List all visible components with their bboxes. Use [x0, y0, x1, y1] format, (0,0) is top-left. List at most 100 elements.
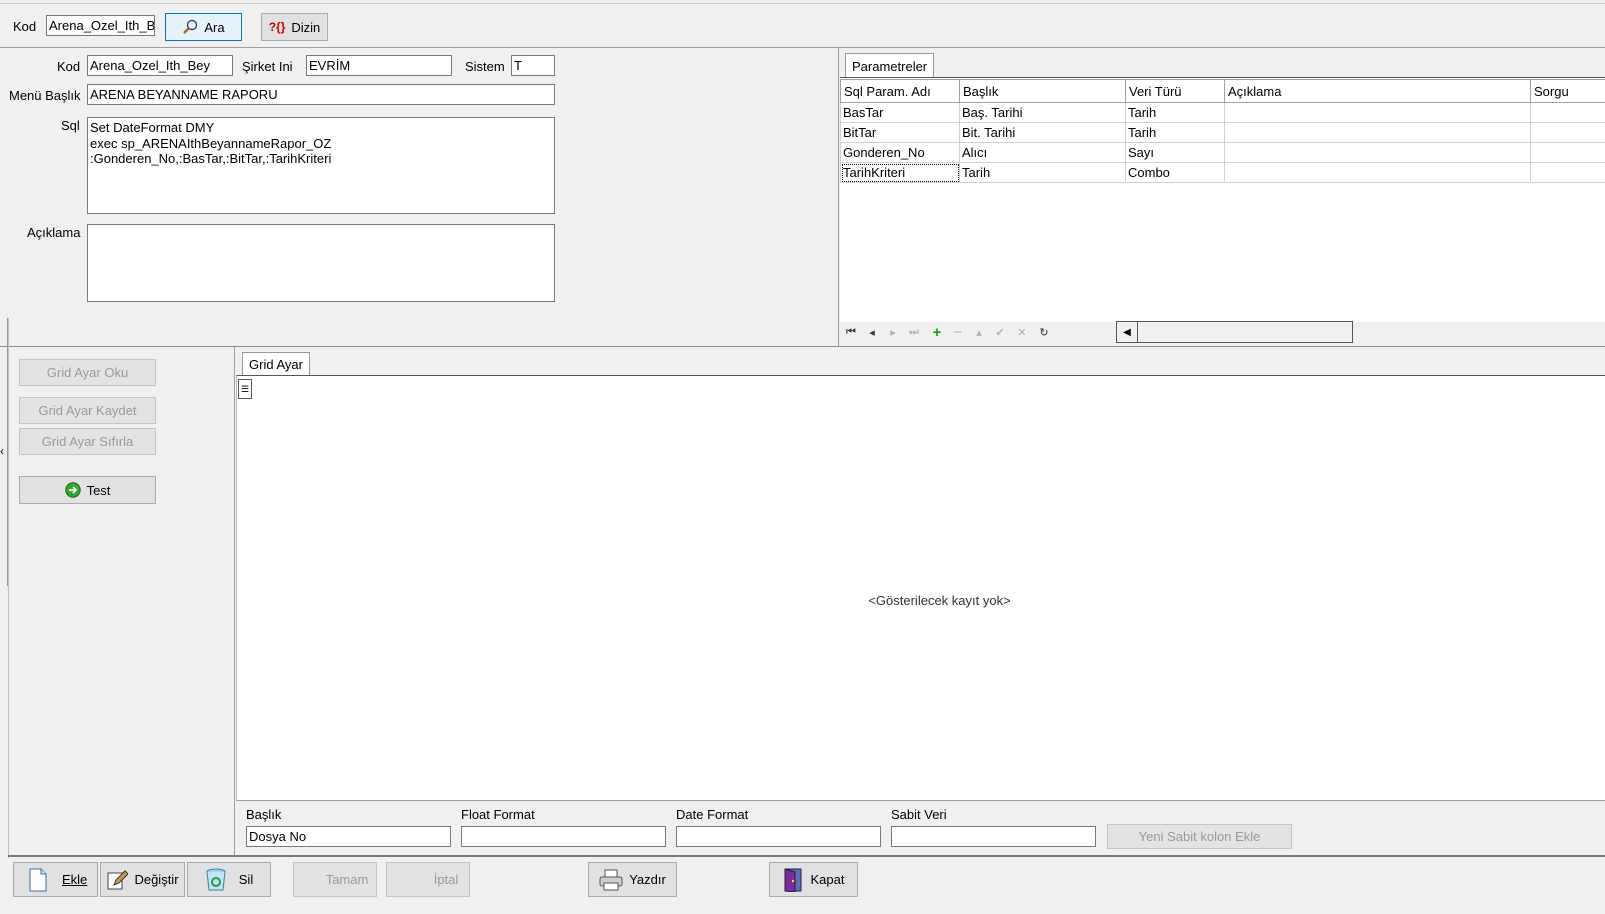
table-row[interactable]: BitTar Bit. Tarihi Tarih: [840, 122, 1605, 143]
ekle-label: Ekle: [62, 872, 88, 887]
printer-icon: [599, 869, 623, 891]
menu-baslik-label: Menü Başlık: [9, 88, 81, 103]
grid-ayar-area[interactable]: ☰ <Gösterilecek kayıt yok>: [236, 375, 1605, 800]
column-chooser-icon[interactable]: ☰: [238, 379, 252, 399]
divider: [236, 800, 1605, 801]
top-kod-label: Kod: [13, 19, 37, 34]
aciklama-memo[interactable]: [87, 224, 555, 302]
table-row[interactable]: BasTar Baş. Tarihi Tarih: [840, 102, 1605, 123]
cell[interactable]: [1530, 122, 1605, 143]
col-baslik[interactable]: Başlık: [959, 79, 1126, 103]
date-format-input[interactable]: [676, 826, 881, 847]
cell[interactable]: Bit. Tarihi: [959, 122, 1126, 143]
cell[interactable]: Baş. Tarihi: [959, 102, 1126, 123]
tab-grid-ayar[interactable]: Grid Ayar: [242, 352, 310, 376]
ekle-button[interactable]: Ekle: [13, 862, 98, 897]
yeni-sabit-kolon-button[interactable]: Yeni Sabit kolon Ekle: [1107, 824, 1292, 849]
cell[interactable]: Alıcı: [959, 142, 1126, 163]
grid-ayar-kaydet-button[interactable]: Grid Ayar Kaydet: [19, 397, 156, 424]
cell[interactable]: Gonderen_No: [840, 142, 960, 163]
cell[interactable]: BasTar: [840, 102, 960, 123]
kapat-button[interactable]: Kapat: [769, 862, 858, 897]
params-header-row: Sql Param. Adı Başlık Veri Türü Açıklama…: [840, 79, 1605, 103]
cell[interactable]: Sayı: [1125, 142, 1225, 163]
cell[interactable]: [1530, 102, 1605, 123]
kod-input[interactable]: Arena_Ozel_Ith_Bey: [87, 55, 233, 76]
baslik-input[interactable]: Dosya No: [246, 826, 451, 847]
cell[interactable]: [1224, 142, 1531, 163]
params-grid[interactable]: Sql Param. Adı Başlık Veri Türü Açıklama…: [840, 77, 1605, 322]
panel-separator: [234, 347, 235, 855]
col-veri-turu[interactable]: Veri Türü: [1125, 79, 1225, 103]
sql-line: Set DateFormat DMY: [90, 120, 215, 135]
test-button[interactable]: Test: [19, 476, 156, 504]
cell[interactable]: Tarih: [1125, 102, 1225, 123]
cell[interactable]: Tarih: [959, 162, 1126, 183]
kapat-label: Kapat: [810, 872, 845, 887]
scroll-left-icon[interactable]: ◀: [1117, 322, 1138, 342]
nav-add-icon[interactable]: +: [928, 324, 946, 341]
col-aciklama[interactable]: Açıklama: [1224, 79, 1531, 103]
table-row[interactable]: Gonderen_No Alıcı Sayı: [840, 142, 1605, 163]
menu-baslik-input[interactable]: ARENA BEYANNAME RAPORU: [87, 84, 555, 105]
toolbar-divider: [8, 855, 1605, 857]
nav-prev-icon[interactable]: ◂: [863, 325, 881, 339]
tab-parametreler[interactable]: Parametreler: [845, 53, 935, 78]
chevron-left-icon[interactable]: ‹: [0, 444, 4, 458]
table-row[interactable]: TarihKriteri Tarih Combo: [840, 162, 1605, 183]
splitter[interactable]: ‹: [0, 318, 8, 586]
ara-button[interactable]: Ara: [165, 13, 242, 41]
col-sorgu[interactable]: Sorgu: [1530, 79, 1605, 103]
sirket-input[interactable]: EVRİM: [306, 55, 452, 76]
divider: [0, 47, 1605, 48]
col-sql-param[interactable]: Sql Param. Adı: [840, 79, 960, 103]
tab-parametreler-label: Parametreler: [852, 58, 928, 74]
sabit-veri-input[interactable]: [891, 826, 1096, 847]
sql-memo[interactable]: Set DateFormat DMY exec sp_ARENAIthBeyan…: [87, 117, 555, 214]
cell[interactable]: BitTar: [840, 122, 960, 143]
top-border: [0, 3, 1605, 4]
cell[interactable]: [1530, 162, 1605, 183]
sil-button[interactable]: Sil: [187, 862, 271, 897]
sistem-input[interactable]: T: [511, 55, 555, 76]
sql-label: Sql: [61, 118, 80, 133]
nav-edit-icon[interactable]: ▴: [970, 325, 988, 339]
nav-delete-icon[interactable]: −: [949, 324, 967, 341]
sql-line: :Gonderen_No,:BasTar,:BitTar,:TarihKrite…: [90, 151, 332, 166]
tab-grid-ayar-label: Grid Ayar: [249, 357, 303, 372]
cell-focused[interactable]: TarihKriteri: [840, 162, 960, 183]
nav-last-icon[interactable]: ⏭: [905, 325, 923, 339]
recycle-bin-icon: [205, 868, 227, 892]
empty-message: <Gösterilecek kayıt yok>: [868, 593, 1011, 608]
grid-ayar-sifirla-button[interactable]: Grid Ayar Sıfırla: [19, 428, 156, 455]
cell[interactable]: Tarih: [1125, 122, 1225, 143]
sabit-veri-label: Sabit Veri: [891, 807, 947, 822]
grid-ayar-oku-button[interactable]: Grid Ayar Oku: [19, 359, 156, 386]
panel-separator: [838, 48, 839, 346]
cell[interactable]: [1224, 122, 1531, 143]
dizin-button[interactable]: ?{} Dizin: [261, 13, 328, 41]
degistir-button[interactable]: Değiştir: [100, 862, 185, 897]
horizontal-scrollbar[interactable]: ◀: [1116, 321, 1353, 343]
params-table: Sql Param. Adı Başlık Veri Türü Açıklama…: [840, 79, 1605, 183]
cell[interactable]: [1224, 162, 1531, 183]
cell[interactable]: [1224, 102, 1531, 123]
dizin-label: Dizin: [291, 19, 321, 35]
cell[interactable]: [1530, 142, 1605, 163]
cell[interactable]: Combo: [1125, 162, 1225, 183]
aciklama-label: Açıklama: [27, 225, 81, 240]
tamam-button[interactable]: Tamam: [293, 862, 377, 897]
nav-next-icon[interactable]: ▸: [884, 325, 902, 339]
yazdir-button[interactable]: Yazdır: [588, 862, 677, 897]
nav-refresh-icon[interactable]: ↻: [1035, 325, 1053, 339]
left-border: [8, 318, 9, 858]
nav-first-icon[interactable]: ⏮: [842, 325, 860, 339]
iptal-button[interactable]: İptal: [386, 862, 470, 897]
top-kod-input[interactable]: Arena_Ozel_Ith_B: [46, 15, 155, 36]
float-format-input[interactable]: [461, 826, 666, 847]
test-label: Test: [86, 482, 111, 498]
nav-cancel-icon[interactable]: ✕: [1013, 325, 1031, 339]
sistem-label: Sistem: [465, 59, 505, 74]
baslik-label: Başlık: [246, 807, 282, 822]
nav-post-icon[interactable]: ✔: [991, 325, 1009, 339]
